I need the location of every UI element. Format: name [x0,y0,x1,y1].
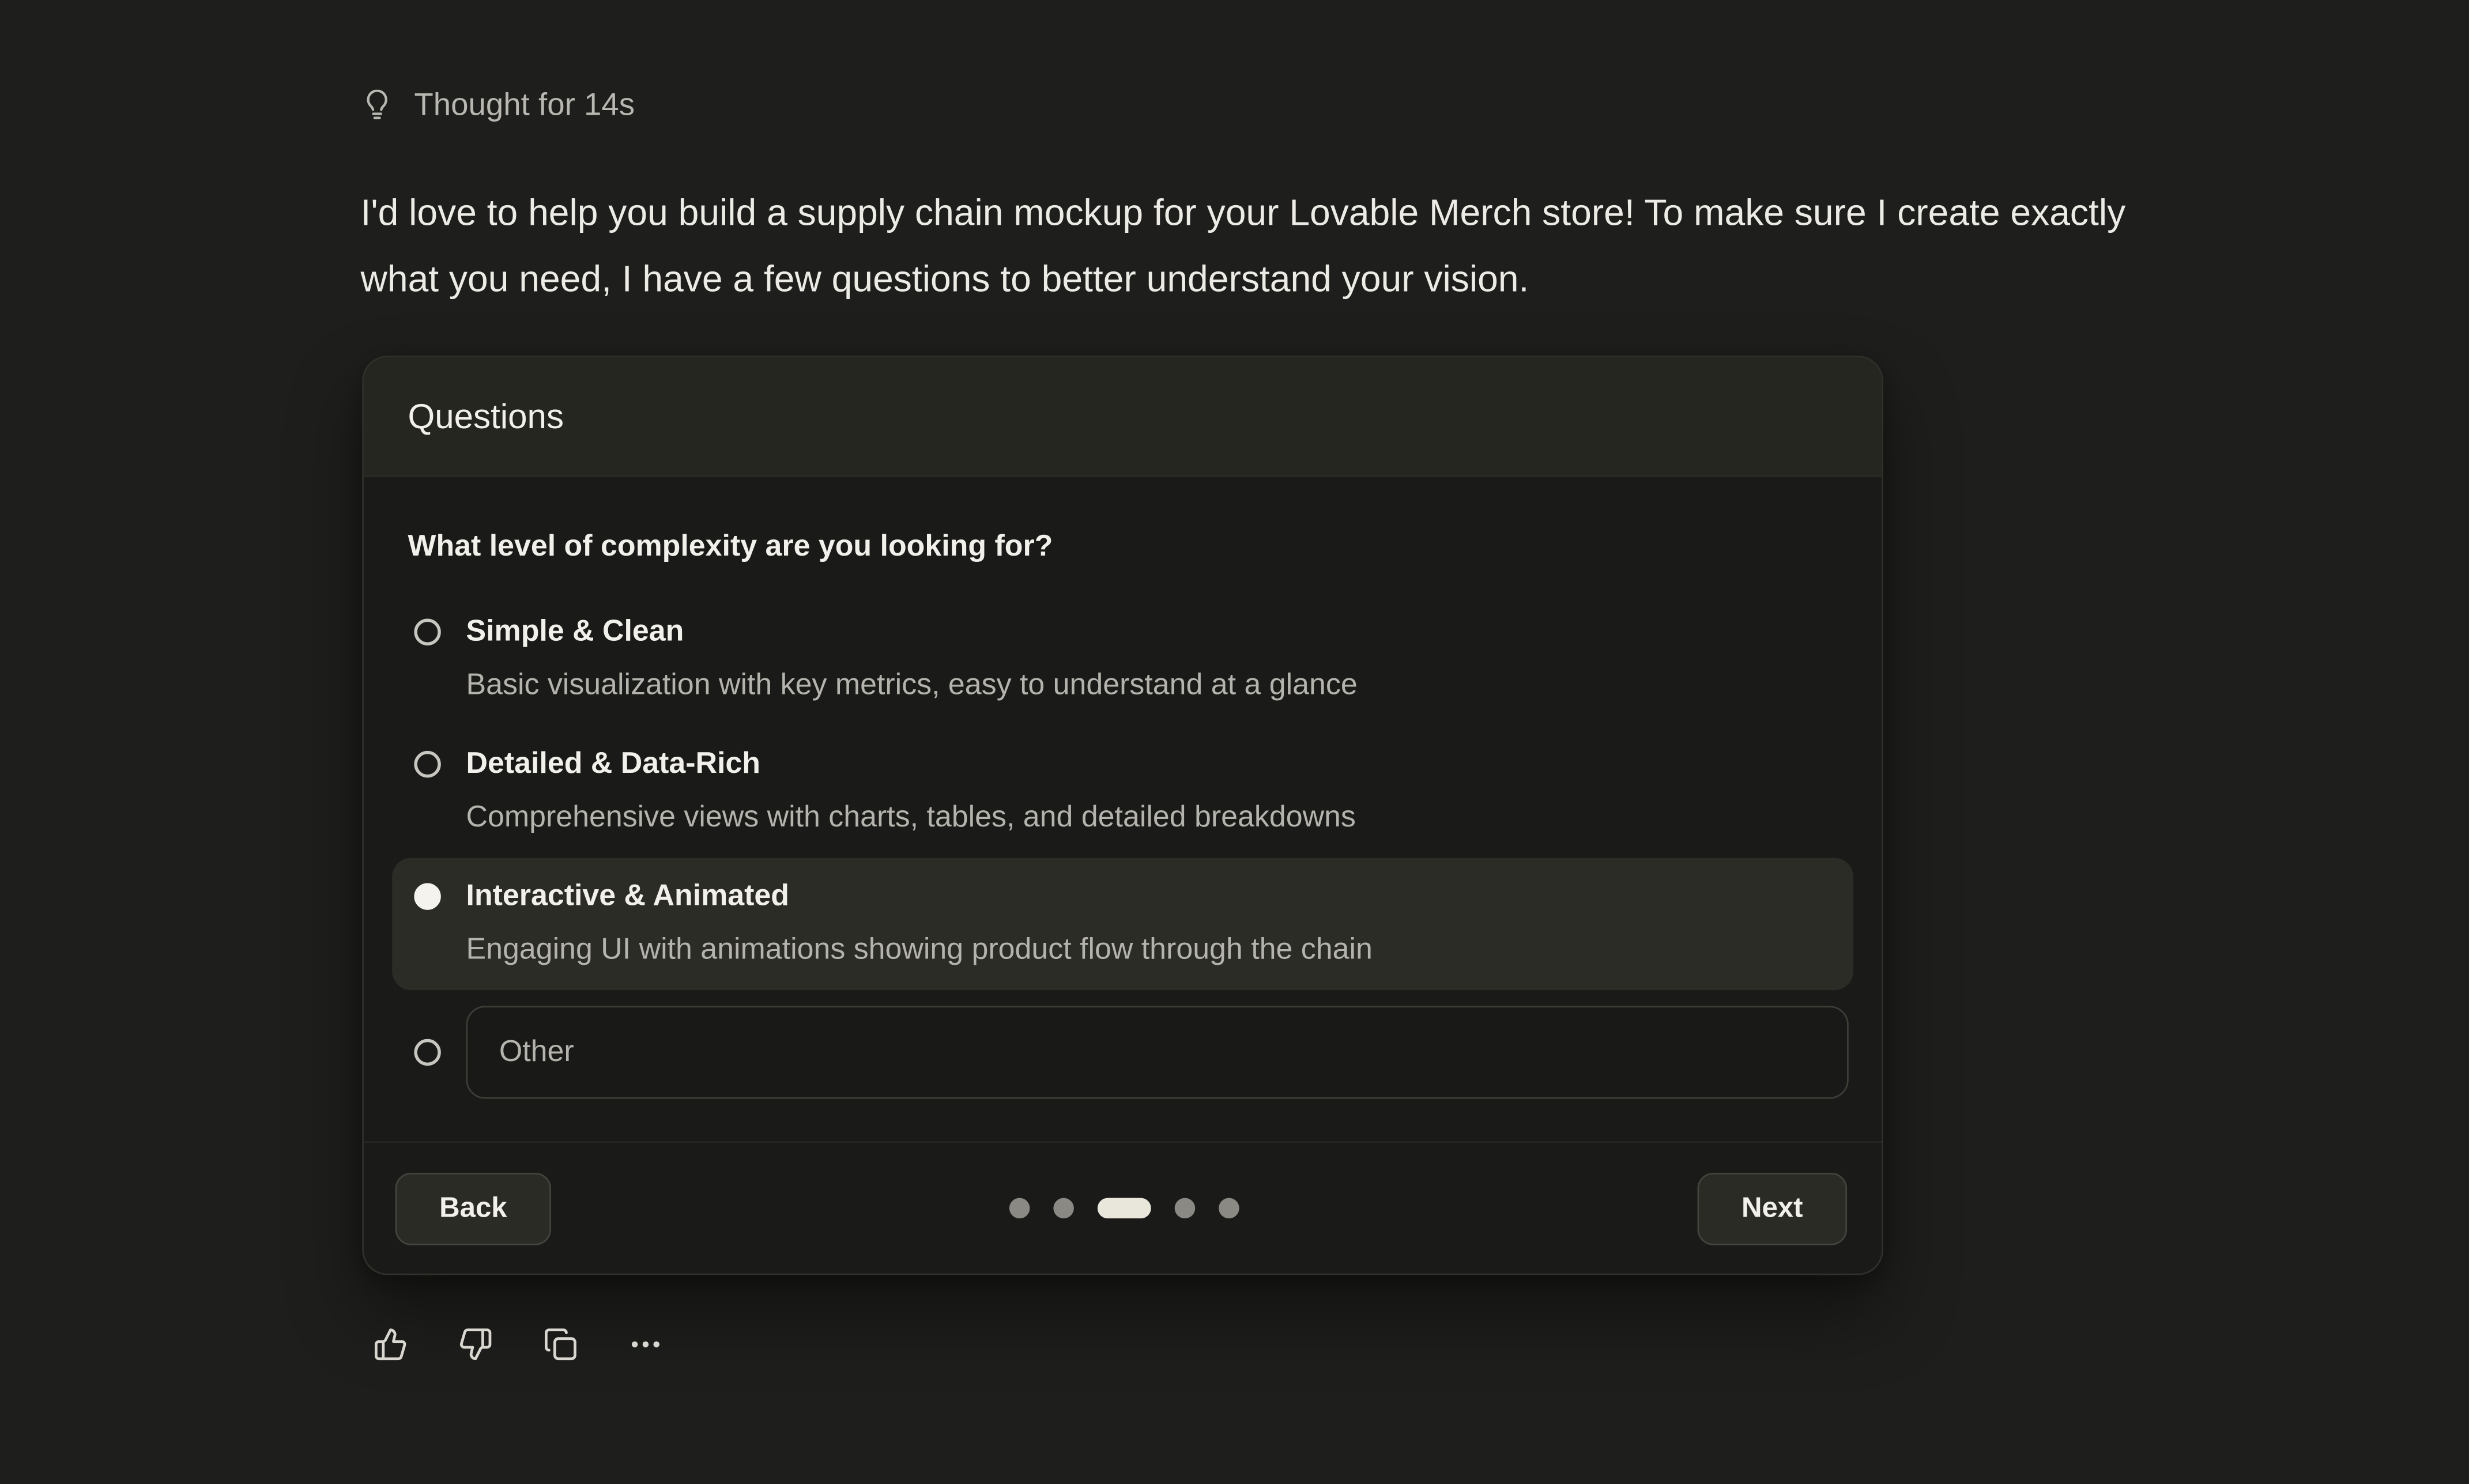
thought-toggle[interactable]: Thought for 14s [361,85,635,126]
assistant-message-text: I'd love to help you build a supply chai… [361,179,2203,311]
option-simple-clean[interactable]: Simple & Clean Basic visualization with … [392,594,1853,726]
more-options-button[interactable] [628,1327,663,1362]
pagination-dot[interactable] [1009,1198,1030,1219]
question-text: What level of complexity are you looking… [408,524,1837,572]
thought-label: Thought for 14s [414,85,635,126]
option-description: Basic visualization with key metrics, ea… [466,659,1358,713]
option-title: Interactive & Animated [466,871,1373,924]
pagination-dots [1009,1198,1239,1219]
questions-card: Questions What level of complexity are y… [362,356,1883,1275]
option-other[interactable] [392,1006,1853,1098]
lightbulb-icon [361,89,394,122]
thumbs-up-icon [373,1327,408,1362]
pagination-dot[interactable] [1053,1198,1074,1219]
message-actions [373,1327,663,1362]
thumbs-down-button[interactable] [458,1327,493,1362]
option-title: Simple & Clean [466,606,1358,660]
option-description: Comprehensive views with charts, tables,… [466,792,1356,845]
chat-message-area: Thought for 14s I'd love to help you bui… [0,0,2469,1484]
pagination-dot-active[interactable] [1098,1198,1151,1219]
option-interactive-animated[interactable]: Interactive & Animated Engaging UI with … [392,858,1853,990]
other-option-input[interactable] [466,1006,1849,1098]
option-text: Detailed & Data-Rich Comprehensive views… [466,738,1356,845]
radio-unselected-icon[interactable] [414,1039,440,1066]
radio-selected-icon[interactable] [414,883,440,909]
thumbs-down-icon [458,1327,493,1362]
option-description: Engaging UI with animations showing prod… [466,924,1373,977]
option-text: Simple & Clean Basic visualization with … [466,606,1358,713]
option-detailed-data-rich[interactable]: Detailed & Data-Rich Comprehensive views… [392,726,1853,858]
copy-button[interactable] [543,1327,578,1362]
questions-card-header: Questions [364,357,1882,477]
questions-card-footer: Back Next [364,1141,1882,1273]
pagination-dot[interactable] [1219,1198,1239,1219]
radio-unselected-icon[interactable] [414,751,440,777]
more-options-icon [628,1327,663,1362]
back-button[interactable]: Back [395,1172,552,1245]
radio-unselected-icon[interactable] [414,618,440,645]
option-text: Interactive & Animated Engaging UI with … [466,871,1373,978]
pagination-dot[interactable] [1175,1198,1196,1219]
next-button[interactable]: Next [1697,1172,1847,1245]
option-title: Detailed & Data-Rich [466,738,1356,792]
copy-icon [543,1327,578,1362]
thumbs-up-button[interactable] [373,1327,408,1362]
card-title: Questions [408,396,564,437]
questions-card-body: What level of complexity are you looking… [364,477,1882,1142]
